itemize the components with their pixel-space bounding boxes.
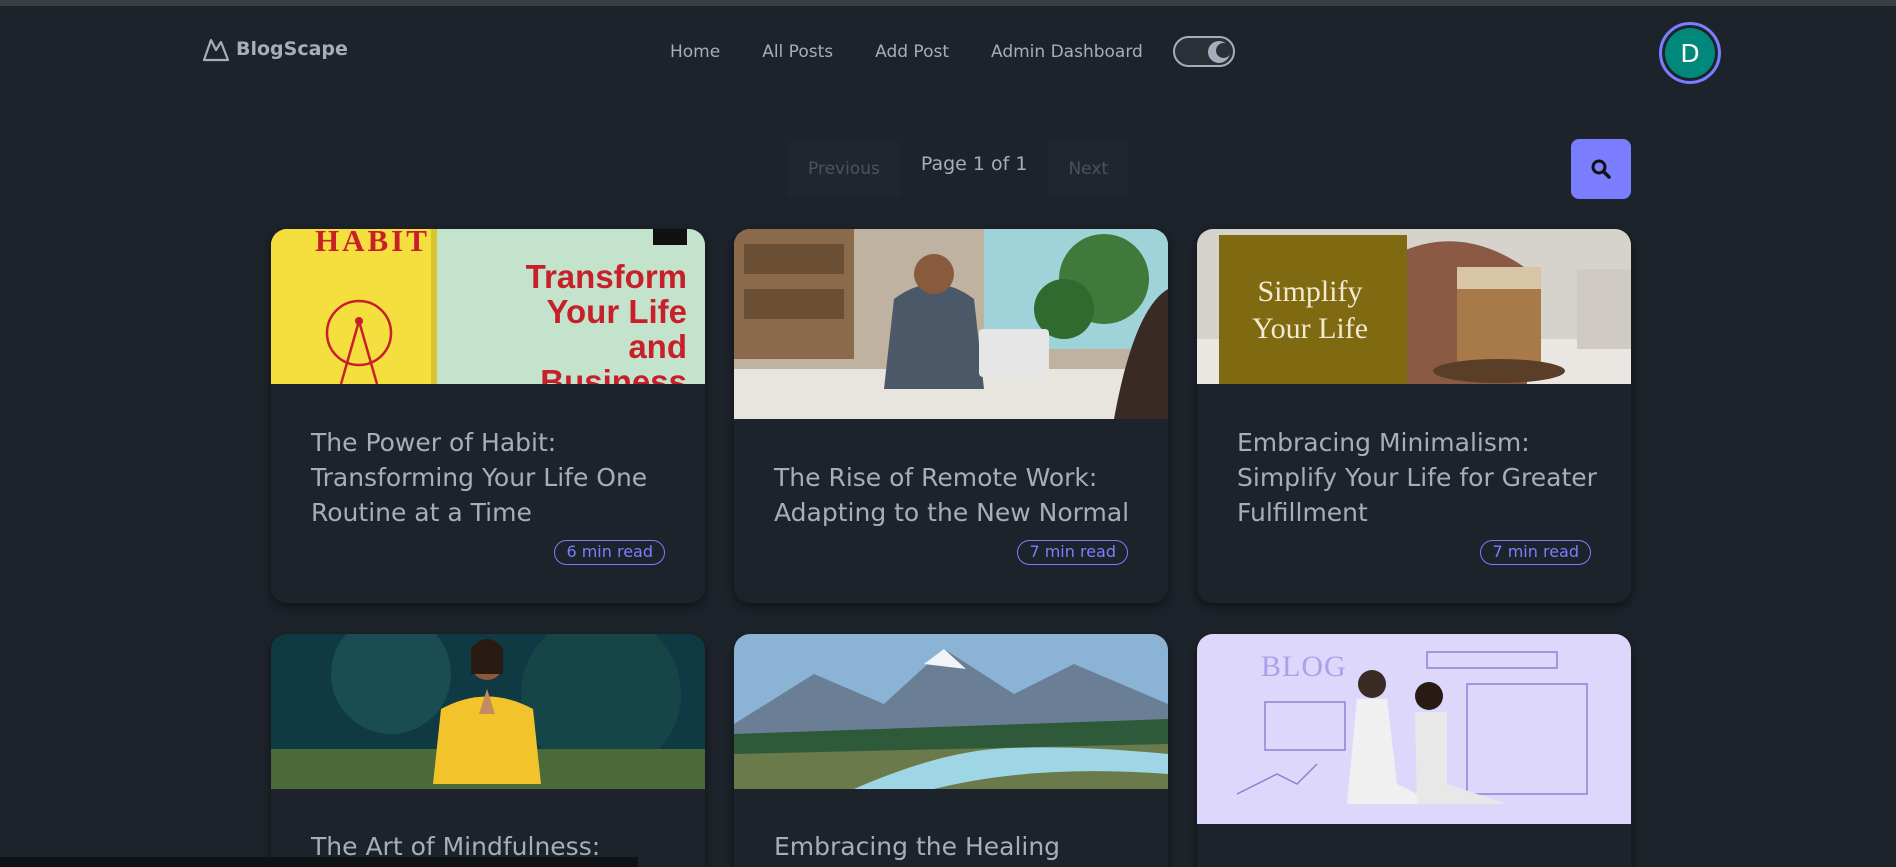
post-image-habit: HABIT Transform Your Life and Business	[271, 229, 705, 384]
nav-home[interactable]: Home	[670, 38, 720, 66]
pagination: Previous Page 1 of 1 Next	[787, 140, 1130, 198]
post-card[interactable]: HABIT Transform Your Life and Business T…	[271, 229, 705, 603]
post-card[interactable]: Simplify Your Life Embracing Minimalism:…	[1197, 229, 1631, 603]
next-page-button[interactable]: Next	[1047, 140, 1130, 198]
read-time-badge: 7 min read	[1480, 540, 1591, 565]
search-button[interactable]	[1571, 139, 1631, 199]
post-title[interactable]: Embracing Minimalism: Simplify Your Life…	[1237, 425, 1597, 530]
nav-all-posts[interactable]: All Posts	[762, 38, 833, 66]
post-image-mindfulness	[271, 634, 705, 789]
read-time-badge: 6 min read	[554, 540, 665, 565]
moon-icon	[1207, 41, 1231, 63]
main-menu: Home All Posts Add Post Admin Dashboard	[670, 36, 1235, 67]
post-card[interactable]: The Art of Mindfulness:	[271, 634, 705, 867]
book-title-text: HABIT	[315, 229, 430, 258]
post-card[interactable]: The Rise of Remote Work: Adapting to the…	[734, 229, 1168, 603]
post-card[interactable]: Embracing the Healing Power	[734, 634, 1168, 867]
nav-add-post[interactable]: Add Post	[875, 38, 949, 66]
theme-toggle[interactable]	[1172, 36, 1235, 67]
image-headline-text: Transform Your Life and Business	[525, 258, 687, 384]
mountain-logo-icon	[202, 38, 230, 62]
image-sign-text: Simplify Your Life	[1251, 275, 1369, 345]
post-title[interactable]: The Rise of Remote Work: Adapting to the…	[774, 460, 1134, 530]
user-avatar[interactable]: D	[1659, 22, 1721, 84]
page-indicator: Page 1 of 1	[920, 153, 1028, 175]
avatar-initial: D	[1680, 38, 1700, 68]
nav-admin-dashboard[interactable]: Admin Dashboard	[991, 38, 1143, 66]
browser-status-bar	[0, 857, 638, 867]
brand-link[interactable]: BlogScape	[202, 36, 348, 62]
brand-name: BlogScape	[236, 38, 348, 60]
navbar: BlogScape Home All Posts Add Post Admin …	[0, 6, 1896, 90]
post-image-remote-work	[734, 229, 1168, 419]
post-card[interactable]: BLOG	[1197, 634, 1631, 867]
post-title[interactable]: The Power of Habit: Transforming Your Li…	[311, 425, 671, 530]
post-title[interactable]: Embracing the Healing Power	[774, 829, 1134, 867]
post-image-minimalism: Simplify Your Life	[1197, 229, 1631, 384]
image-blog-text: BLOG	[1261, 650, 1347, 683]
post-image-blog: BLOG	[1197, 634, 1631, 824]
search-icon	[1591, 159, 1611, 179]
previous-page-button[interactable]: Previous	[787, 140, 901, 198]
read-time-badge: 7 min read	[1017, 540, 1128, 565]
post-image-nature	[734, 634, 1168, 789]
